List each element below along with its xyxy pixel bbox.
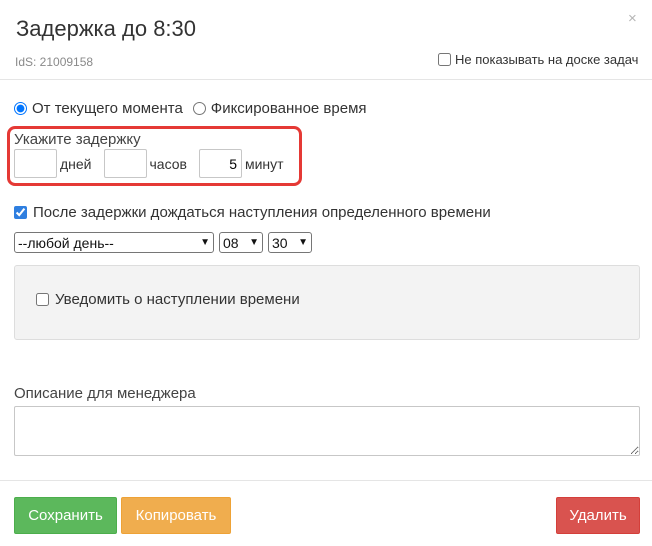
minutes-input[interactable] [198, 149, 242, 178]
radio-fixed-time-label: Фиксированное время [210, 100, 367, 117]
radio-from-now-option[interactable]: От текущего момента [14, 100, 183, 117]
day-select-value: --любой день-- [18, 234, 114, 251]
hour-select-value: 08 [223, 234, 239, 251]
delete-button[interactable]: Удалить [556, 497, 640, 534]
hours-unit: часов [149, 155, 187, 172]
copy-button[interactable]: Копировать [121, 497, 231, 534]
chevron-down-icon: ▼ [298, 237, 308, 248]
delay-label: Укажите задержку [14, 131, 141, 148]
hide-board-checkbox[interactable] [438, 53, 451, 66]
save-button[interactable]: Сохранить [14, 497, 117, 534]
chevron-down-icon: ▼ [249, 237, 259, 248]
radio-fixed-time[interactable] [192, 102, 206, 115]
minutes-unit: минут [244, 155, 284, 172]
radio-from-now-label: От текущего момента [32, 100, 183, 117]
after-wait-label: После задержки дождаться наступления опр… [33, 204, 491, 221]
hours-input[interactable] [103, 149, 147, 178]
delay-mode-group: От текущего момента Фиксированное время [14, 100, 377, 117]
minute-select-value: 30 [272, 234, 288, 251]
ids-label: IdS: 21009158 [15, 55, 94, 69]
radio-fixed-time-option[interactable]: Фиксированное время [192, 100, 367, 117]
time-selects: --любой день-- ▼ 08 ▼ 30 ▼ [14, 232, 317, 253]
day-select[interactable]: --любой день-- ▼ [14, 232, 214, 253]
hide-board-option[interactable]: Не показывать на доске задач [438, 52, 638, 67]
days-input[interactable] [14, 149, 57, 178]
radio-from-now[interactable] [14, 102, 27, 115]
hide-board-label: Не показывать на доске задач [455, 52, 639, 67]
after-wait-option[interactable]: После задержки дождаться наступления опр… [14, 204, 491, 221]
minute-select[interactable]: 30 ▼ [268, 232, 312, 253]
days-unit: дней [60, 155, 92, 172]
notify-label: Уведомить о наступлении времени [55, 291, 300, 308]
notify-option[interactable]: Уведомить о наступлении времени [36, 291, 300, 308]
description-label: Описание для менеджера [14, 385, 196, 402]
header-divider [0, 79, 652, 80]
chevron-down-icon: ▼ [200, 237, 210, 248]
footer-divider [0, 480, 652, 481]
dialog-title: Задержка до 8:30 [16, 16, 197, 41]
hour-select[interactable]: 08 ▼ [219, 232, 263, 253]
notify-checkbox[interactable] [36, 293, 49, 306]
delay-inputs: дней часов минут [14, 149, 296, 178]
after-wait-checkbox[interactable] [14, 206, 27, 219]
description-textarea[interactable] [14, 406, 640, 456]
close-icon[interactable]: × [628, 11, 637, 27]
